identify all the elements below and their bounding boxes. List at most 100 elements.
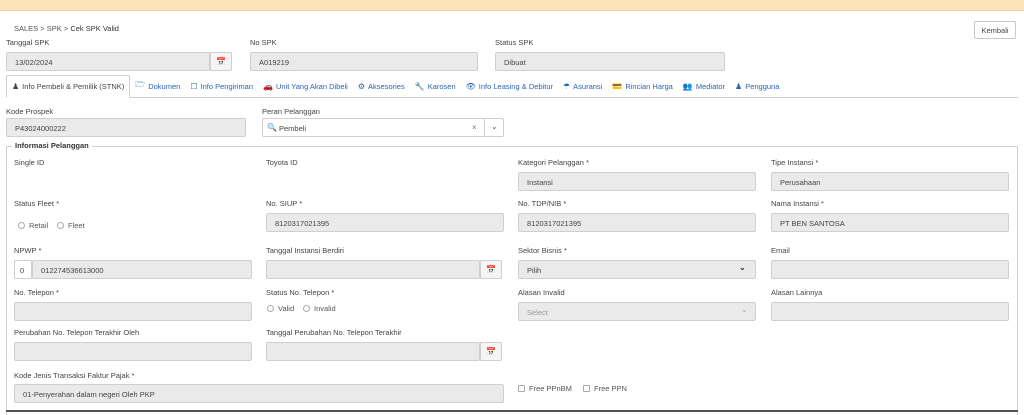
npwp-label: NPWP * bbox=[14, 246, 42, 255]
alasan-invalid-label: Alasan Invalid bbox=[518, 288, 565, 297]
free-ppnbm-checkbox[interactable]: Free PPnBM bbox=[518, 384, 572, 393]
tipe-instansi-field[interactable]: Perusahaan bbox=[771, 172, 1009, 191]
kode-prospek-field[interactable]: P43024000222 bbox=[6, 118, 246, 137]
tanggal-instansi-field[interactable] bbox=[266, 260, 480, 279]
alasan-lainnya-field[interactable] bbox=[771, 302, 1009, 321]
perubahan-oleh-field[interactable] bbox=[14, 342, 252, 361]
tdp-label: No. TDP/NIB * bbox=[518, 199, 567, 208]
tab-label: Karoseri bbox=[427, 81, 456, 91]
peran-pelanggan-label: Peran Pelanggan bbox=[262, 107, 320, 116]
radio-label: Fleet bbox=[68, 221, 85, 230]
kategori-field[interactable]: Instansi bbox=[518, 172, 756, 191]
tanggal-spk-field[interactable]: 13/02/2024 bbox=[6, 52, 210, 71]
checkbox-label: Free PPnBM bbox=[529, 384, 572, 393]
sektor-bisnis-select[interactable]: Pilih bbox=[518, 260, 756, 279]
chevron-down-icon[interactable]: ⌄ bbox=[491, 122, 498, 131]
user-icon: ♟ bbox=[12, 82, 20, 91]
radio-invalid[interactable]: Invalid bbox=[303, 304, 336, 313]
toyota-id-label: Toyota ID bbox=[266, 158, 298, 167]
email-label: Email bbox=[771, 246, 790, 255]
tanggal-instansi-label: Tanggal Instansi Berdiri bbox=[266, 246, 344, 255]
tab-label: Mediator bbox=[695, 81, 726, 91]
free-ppn-checkbox[interactable]: Free PPN bbox=[583, 384, 627, 393]
breadcrumb-current: Cek SPK Valid bbox=[70, 24, 119, 33]
tab-karoseri[interactable]: 🔧 Karoseri bbox=[410, 75, 461, 97]
peran-pelanggan-select[interactable]: Pembeli bbox=[262, 118, 504, 137]
folder-icon: 🗁 bbox=[135, 80, 146, 89]
tab-bar: ♟ Info Pembeli & Pemilik (STNK) 🗁 Dokumen … bbox=[6, 75, 1018, 98]
tab-mediator[interactable]: 👥 Mediator bbox=[678, 75, 730, 97]
bottom-divider bbox=[6, 410, 1018, 412]
calendar-icon: ☐ bbox=[190, 81, 198, 91]
radio-circle bbox=[18, 222, 25, 229]
tab-info-pembeli[interactable]: ♟ Info Pembeli & Pemilik (STNK) bbox=[6, 75, 131, 98]
tab-rincian-harga[interactable]: 💳 Rincian Harga bbox=[607, 75, 678, 97]
tab-dokumen[interactable]: 🗁 Dokumen bbox=[130, 75, 185, 97]
tab-unit[interactable]: 🚗 Unit Yang Akan Dibeli bbox=[258, 75, 353, 97]
tab-asuransi[interactable]: ☂ Asuransi bbox=[558, 75, 607, 97]
chevron-down-icon[interactable]: ⌄ bbox=[741, 305, 748, 314]
tipe-instansi-label: Tipe Instansi * bbox=[771, 158, 819, 167]
radio-circle bbox=[303, 305, 310, 312]
tab-aksesories[interactable]: ⚙ Aksesories bbox=[353, 75, 410, 97]
tab-label: Aksesories bbox=[368, 81, 405, 91]
calendar-icon[interactable]: 📅 bbox=[210, 52, 232, 71]
car-icon: 🚗 bbox=[263, 81, 273, 91]
select-divider bbox=[484, 118, 485, 137]
radio-retail[interactable]: Retail bbox=[18, 221, 48, 230]
checkbox-label: Free PPN bbox=[594, 384, 627, 393]
kembali-button[interactable]: Kembali bbox=[974, 21, 1016, 39]
radio-valid[interactable]: Valid bbox=[267, 304, 294, 313]
kode-faktur-field[interactable]: 01-Penyerahan dalam negeri Oleh PKP bbox=[14, 384, 504, 403]
radio-label: Invalid bbox=[314, 304, 336, 313]
sektor-bisnis-label: Sektor Bisnis * bbox=[518, 246, 567, 255]
tanggal-spk-label: Tanggal SPK bbox=[6, 38, 50, 47]
tanggal-perubahan-label: Tanggal Perubahan No. Telepon Terakhir bbox=[266, 328, 402, 337]
email-field[interactable] bbox=[771, 260, 1009, 279]
tab-label: Rincian Harga bbox=[625, 81, 673, 91]
alasan-invalid-select[interactable]: Select bbox=[518, 302, 756, 321]
siup-field[interactable]: 8120317021395 bbox=[266, 213, 504, 232]
kategori-label: Kategori Pelanggan * bbox=[518, 158, 589, 167]
tab-label: Dokumen bbox=[148, 81, 181, 91]
tab-label: Info Pengiriman bbox=[200, 81, 254, 91]
chevron-down-icon[interactable]: ⌄ bbox=[739, 263, 746, 272]
tab-leasing[interactable]: 👁 Info Leasing & Debitur bbox=[461, 75, 558, 97]
calendar-icon[interactable]: 📅 bbox=[480, 260, 502, 279]
users-icon: 👥 bbox=[682, 81, 693, 91]
status-spk-field[interactable]: Dibuat bbox=[495, 52, 725, 71]
checkbox-box bbox=[583, 385, 590, 392]
radio-fleet[interactable]: Fleet bbox=[57, 221, 85, 230]
no-spk-field[interactable]: A019219 bbox=[250, 52, 478, 71]
top-banner bbox=[0, 0, 1024, 11]
calendar-icon[interactable]: 📅 bbox=[480, 342, 502, 361]
search-icon: 🔍 bbox=[267, 123, 277, 132]
status-spk-label: Status SPK bbox=[495, 38, 534, 47]
nama-instansi-label: Nama Instansi * bbox=[771, 199, 824, 208]
tab-label: Pengguna bbox=[745, 81, 780, 91]
breadcrumb: SALES > SPK > Cek SPK Valid bbox=[14, 24, 119, 33]
no-telepon-field[interactable] bbox=[14, 302, 252, 321]
nama-instansi-field[interactable]: PT BEN SANTOSA bbox=[771, 213, 1009, 232]
sektor-bisnis-value: Pilih bbox=[527, 266, 542, 275]
breadcrumb-sales[interactable]: SALES bbox=[14, 24, 38, 33]
status-fleet-label: Status Fleet * bbox=[14, 199, 60, 208]
tab-info-pengiriman[interactable]: ☐ Info Pengiriman bbox=[185, 75, 258, 97]
kode-prospek-label: Kode Prospek bbox=[6, 107, 54, 116]
card-icon: 💳 bbox=[612, 81, 623, 91]
tab-pengguna[interactable]: ♟ Pengguna bbox=[730, 75, 784, 97]
tanggal-perubahan-field[interactable] bbox=[266, 342, 480, 361]
checkbox-box bbox=[518, 385, 525, 392]
user-icon: ♟ bbox=[735, 81, 743, 91]
wrench-icon: 🔧 bbox=[414, 81, 425, 91]
siup-label: No. SIUP * bbox=[266, 199, 303, 208]
npwp-field[interactable]: 012274536613000 bbox=[32, 260, 252, 279]
radio-label: Retail bbox=[29, 221, 49, 230]
npwp-prefix: 0 bbox=[14, 260, 32, 279]
clear-icon[interactable]: × bbox=[472, 123, 477, 132]
tdp-field[interactable]: 8120317021395 bbox=[518, 213, 756, 232]
perubahan-oleh-label: Perubahan No. Telepon Terakhir Oleh bbox=[14, 328, 140, 337]
breadcrumb-spk[interactable]: SPK bbox=[47, 24, 62, 33]
single-id-label: Single ID bbox=[14, 158, 45, 167]
no-telepon-label: No. Telepon * bbox=[14, 288, 59, 297]
